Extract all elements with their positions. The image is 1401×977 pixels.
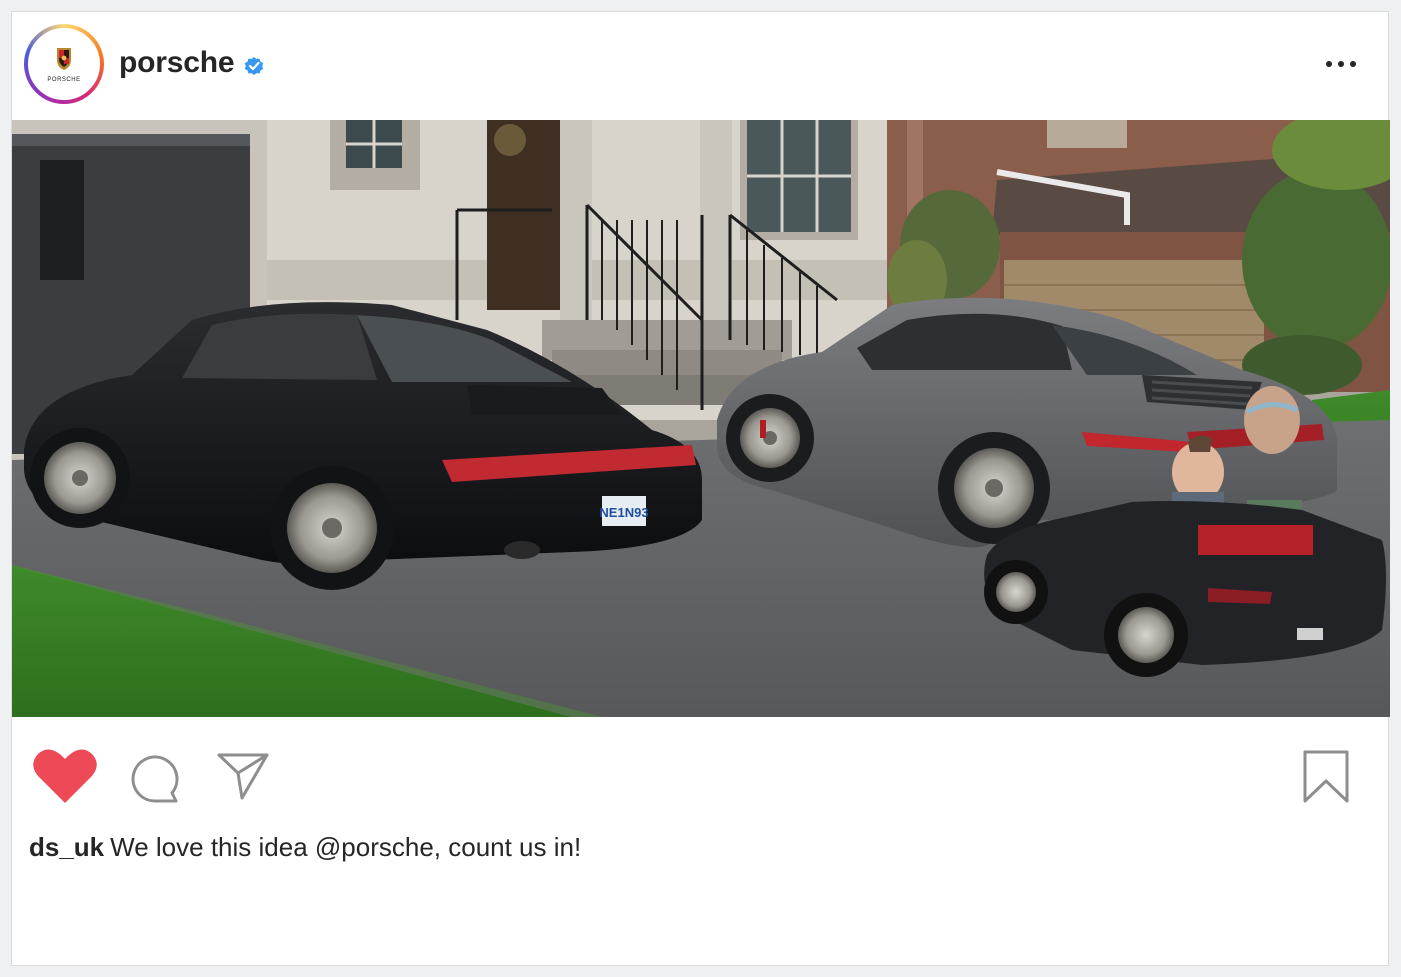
heart-icon[interactable] [32, 747, 98, 805]
bookmark-icon[interactable] [1302, 749, 1350, 805]
porsche-crest-icon: PORSCHE [47, 48, 80, 83]
post-header: PORSCHE porsche [12, 12, 1388, 120]
cars-driveway-image: NE1N93 [12, 120, 1390, 717]
more-options-icon[interactable] [1324, 56, 1358, 72]
post-photo[interactable]: NE1N93 [12, 120, 1390, 717]
instagram-post: PORSCHE porsche NE1N93 ds_uk We love thi… [11, 11, 1390, 966]
post-username[interactable]: porsche [119, 46, 235, 80]
comment-author[interactable]: ds_uk [29, 832, 104, 862]
post-action-bar [12, 717, 1388, 827]
license-plate: NE1N93 [599, 505, 648, 520]
comment-text: We love this idea @porsche, count us in! [110, 832, 582, 862]
share-icon[interactable] [216, 751, 270, 801]
comment-icon[interactable] [130, 753, 182, 805]
avatar-inner: PORSCHE [28, 28, 100, 100]
porsche-wordmark: PORSCHE [47, 77, 80, 83]
avatar[interactable]: PORSCHE [24, 24, 104, 104]
comment-line: ds_uk We love this idea @porsche, count u… [29, 832, 581, 863]
verified-badge-icon [244, 57, 264, 76]
